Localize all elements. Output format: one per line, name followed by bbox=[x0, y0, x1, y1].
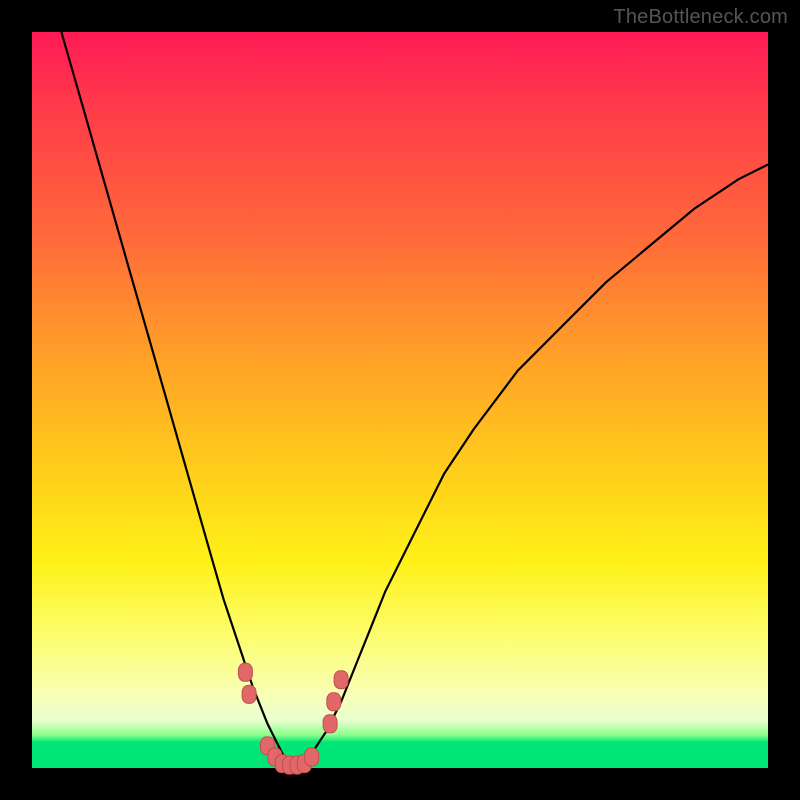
curve-marker bbox=[323, 715, 337, 733]
plot-area bbox=[32, 32, 768, 768]
watermark-label: TheBottleneck.com bbox=[613, 6, 788, 29]
curve-marker bbox=[305, 748, 319, 766]
chart-frame: TheBottleneck.com bbox=[0, 0, 800, 800]
bottleneck-curve bbox=[61, 32, 768, 765]
curve-marker bbox=[238, 663, 252, 681]
curve-layer bbox=[32, 32, 768, 768]
curve-marker bbox=[334, 671, 348, 689]
curve-marker bbox=[242, 685, 256, 703]
marker-group bbox=[238, 663, 348, 774]
curve-marker bbox=[327, 693, 341, 711]
